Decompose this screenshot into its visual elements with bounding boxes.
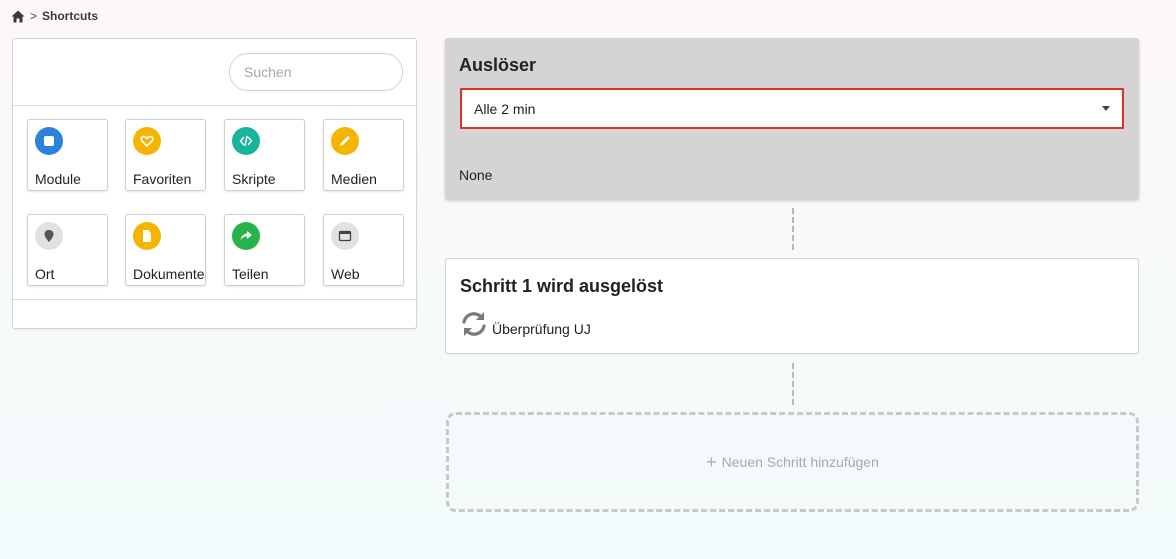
breadcrumb-current[interactable]: Shortcuts [42,9,98,23]
tile-web[interactable]: Web [323,214,404,286]
home-icon[interactable] [11,10,25,23]
search-input[interactable] [229,53,403,91]
connector-line [792,208,794,250]
plus-icon: + [706,452,717,472]
tile-label: Ort [35,266,55,282]
shortcuts-panel: Module Favoriten Skripte Medien Ort Doku… [12,38,417,329]
tile-skripte[interactable]: Skripte [224,119,305,191]
breadcrumb: > Shortcuts [11,9,98,23]
heart-icon [133,127,161,155]
sync-icon [462,312,486,336]
trigger-value-text: None [459,167,493,183]
tile-dokumente[interactable]: Dokumente [125,214,206,286]
tile-label: Medien [331,171,377,187]
step-card[interactable]: Schritt 1 wird ausgelöst Überprüfung UJ [445,258,1139,354]
tile-medien[interactable]: Medien [323,119,404,191]
tile-label: Teilen [232,266,269,282]
tile-label: Web [331,266,360,282]
trigger-card: Auslöser Alle 2 min None [445,38,1139,200]
step-title: Schritt 1 wird ausgelöst [460,276,664,296]
location-pin-icon [35,222,63,250]
step-label: Überprüfung UJ [492,321,591,337]
caret-down-icon [1102,106,1110,111]
tile-label: Dokumente [133,266,205,282]
trigger-interval-select[interactable]: Alle 2 min [460,88,1124,129]
tile-label: Favoriten [133,171,192,187]
add-step-button[interactable]: + Neuen Schritt hinzufügen [446,412,1139,512]
divider [13,105,416,106]
tile-module[interactable]: Module [27,119,108,191]
select-value: Alle 2 min [474,101,536,117]
breadcrumb-separator: > [30,9,38,23]
document-icon [133,222,161,250]
square-icon [35,127,63,155]
tile-favoriten[interactable]: Favoriten [125,119,206,191]
pencil-icon [331,127,359,155]
connector-line [792,363,794,405]
browser-window-icon [331,222,359,250]
divider [13,299,416,300]
tile-ort[interactable]: Ort [27,214,108,286]
code-icon [232,127,260,155]
trigger-title: Auslöser [459,55,537,75]
tile-label: Skripte [232,171,276,187]
tile-label: Module [35,171,81,187]
add-step-label: Neuen Schritt hinzufügen [721,454,879,470]
tile-teilen[interactable]: Teilen [224,214,305,286]
share-icon [232,222,260,250]
